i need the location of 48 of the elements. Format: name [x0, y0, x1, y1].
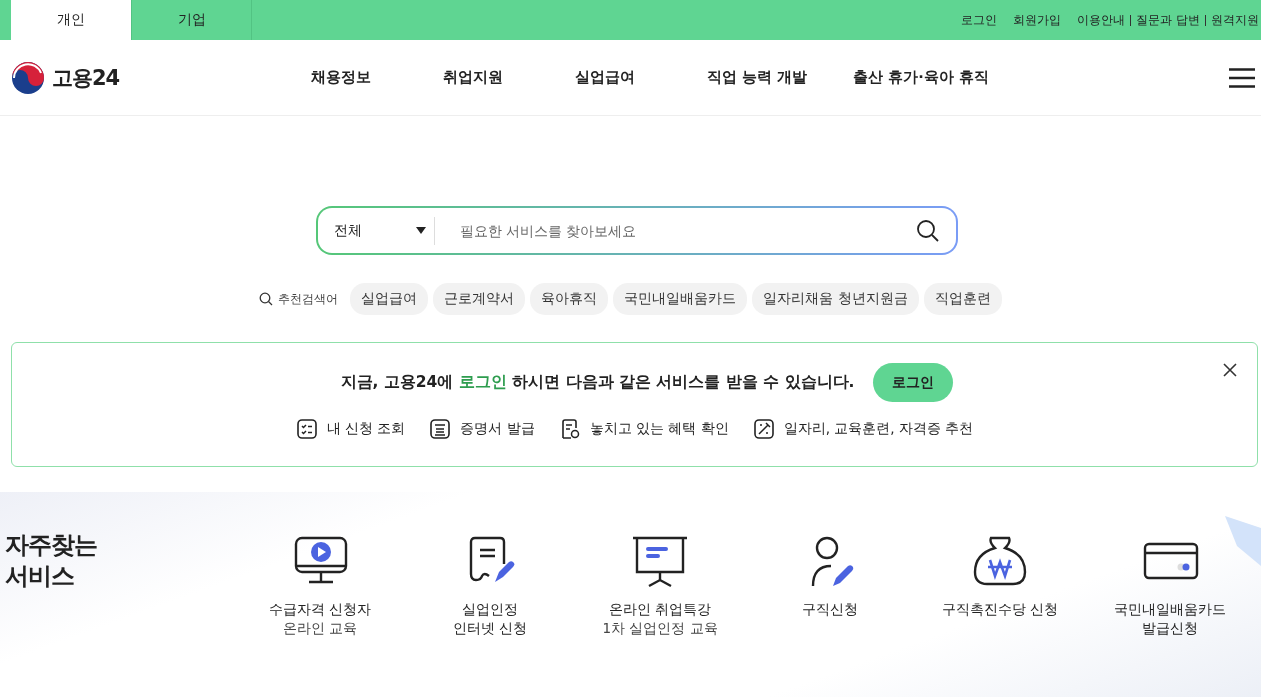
nav-link[interactable]: 취업지원: [443, 68, 503, 87]
keyword-chip[interactable]: 실업급여: [350, 283, 429, 315]
category-dropdown[interactable]: 전체: [333, 216, 435, 245]
checklist-icon: [295, 418, 318, 440]
top-link[interactable]: 이용안내: [1077, 11, 1126, 29]
search-icon: [259, 292, 274, 306]
keyword-chip[interactable]: 직업훈련: [923, 283, 1002, 315]
service-link[interactable]: 놓치고 있는 혜택 확인: [589, 420, 729, 438]
keyword-chip[interactable]: 육아휴직: [530, 283, 609, 315]
service-link[interactable]: 일자리, 교육훈련, 자격증 추천: [783, 420, 974, 438]
service-title[interactable]: 구직촉진수당 신청: [941, 600, 1059, 619]
service-title[interactable]: 국민내일배움카드 발급신청: [1114, 600, 1226, 638]
nav-link[interactable]: 실업급여: [575, 68, 635, 87]
presentation-board-icon: [631, 534, 689, 590]
caret-icon: [415, 227, 426, 234]
nav-link[interactable]: 직업 능력 개발: [707, 68, 808, 87]
service-title[interactable]: 구직신청: [802, 600, 858, 619]
menu-icon[interactable]: [1229, 67, 1255, 88]
keyword-chip[interactable]: 국민내일배움카드: [613, 283, 748, 315]
top-link[interactable]: 회원가입: [1013, 11, 1062, 29]
site-logo-text[interactable]: 고용24: [52, 63, 120, 92]
account-type-tab[interactable]: 기업: [132, 0, 252, 40]
top-link[interactable]: 질문과 답변: [1136, 11, 1200, 29]
service-subtitle: 온라인 교육: [282, 618, 358, 638]
section-title: 자주찾는 서비스: [4, 530, 98, 593]
service-link[interactable]: 내 신청 조회: [326, 420, 406, 438]
nav-link[interactable]: 채용정보: [311, 68, 371, 87]
paper-plane-drawing: [1225, 516, 1261, 566]
service-title[interactable]: 온라인 취업특강: [608, 600, 712, 619]
search-field[interactable]: 필요한 서비스를 찾아보세요: [434, 221, 916, 240]
certificate-icon: [429, 418, 452, 440]
search-icon[interactable]: [915, 218, 940, 243]
service-subtitle: 1차 실업인정 교육: [602, 618, 718, 638]
keyword-chip[interactable]: 일자리채움 청년지원금: [752, 283, 919, 315]
close-icon[interactable]: [1223, 363, 1237, 377]
taegeuk-logo-icon: [11, 60, 45, 95]
login-prompt-text: 지금, 고용24에 로그인 하시면 다음과 같은 서비스를 받을 수 있습니다.: [340, 372, 855, 393]
service-link[interactable]: 증명서 발급: [460, 420, 535, 438]
service-title[interactable]: 수급자격 신청자: [268, 600, 372, 619]
keyword-chip[interactable]: 근로계약서: [433, 283, 526, 315]
top-link[interactable]: 로그인: [961, 11, 998, 29]
recommended-label: 추천검색어: [278, 291, 339, 307]
account-type-tab[interactable]: 개인: [11, 0, 132, 40]
magic-wand-icon: [752, 418, 775, 440]
top-link[interactable]: 원격지원: [1211, 11, 1259, 29]
nav-link[interactable]: 출산 휴가·육아 휴직: [853, 68, 989, 87]
service-title[interactable]: 실업인정 인터넷 신청: [452, 600, 528, 638]
login-button[interactable]: 로그인: [873, 363, 954, 402]
